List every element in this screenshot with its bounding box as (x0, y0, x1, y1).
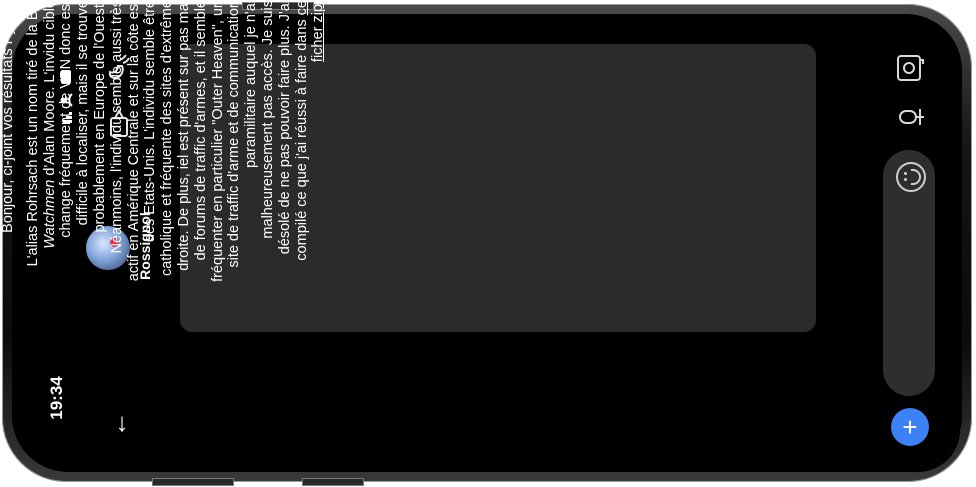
camera-icon[interactable] (892, 50, 926, 84)
message-body: L'alias Rohrsach est un nom tiré de la B… (24, 0, 327, 282)
status-time: 19:34 (47, 376, 66, 420)
back-arrow-icon[interactable]: ↓ (108, 408, 136, 436)
message-text: Bonjour, ci-joint vos résultats Pythia! … (0, 0, 640, 284)
message-greeting: Bonjour, ci-joint vos résultats Pythia! (0, 0, 16, 233)
volume-button (152, 478, 234, 486)
plus-icon[interactable]: + (891, 408, 929, 446)
volume-button (302, 478, 364, 486)
microphone-icon[interactable] (892, 104, 926, 130)
comic-title: Watchmen (41, 179, 58, 249)
